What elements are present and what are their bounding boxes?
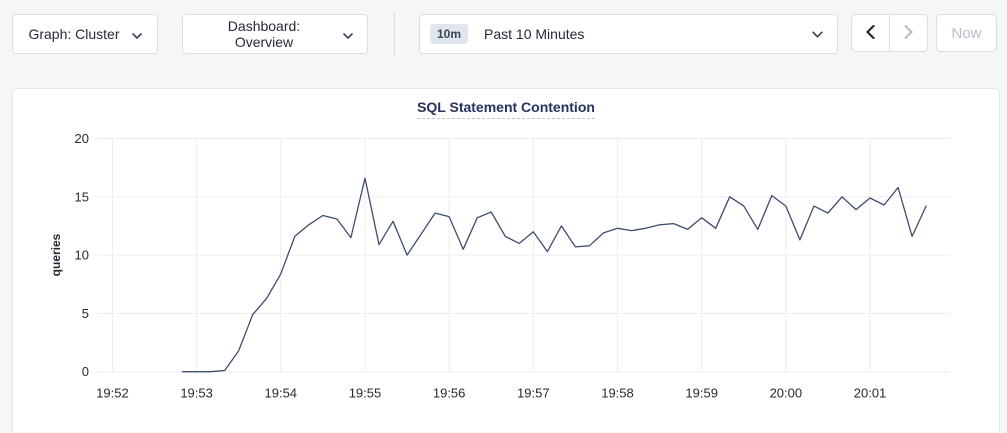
dashboard-dropdown[interactable]: Dashboard: Overview <box>182 14 368 54</box>
x-tick-label: 19:59 <box>685 386 718 401</box>
chevron-right-icon <box>904 25 913 42</box>
chart-canvas[interactable]: 0 5 10 15 20 19:52 19:53 19:54 19:55 19:56 19:57 19… <box>13 89 1001 433</box>
x-tick-label: 20:01 <box>854 386 887 401</box>
next-time-button[interactable] <box>889 15 927 51</box>
now-button[interactable]: Now <box>936 14 997 52</box>
x-tick-label: 19:56 <box>433 386 466 401</box>
time-range-selector[interactable]: 10m Past 10 Minutes <box>419 14 838 54</box>
y-tick-label: 15 <box>75 189 89 204</box>
y-tick-label: 0 <box>82 364 89 379</box>
toolbar-divider <box>394 12 395 56</box>
prev-time-button[interactable] <box>852 15 889 51</box>
dashboard-dropdown-label: Dashboard: Overview <box>197 18 331 50</box>
x-tick-label: 19:58 <box>601 386 634 401</box>
graph-dropdown-label: Graph: Cluster <box>28 26 119 42</box>
graph-dropdown[interactable]: Graph: Cluster <box>12 14 158 54</box>
x-tick-label: 19:54 <box>265 386 298 401</box>
x-tick-label: 19:57 <box>517 386 550 401</box>
x-tick-label: 19:52 <box>96 386 129 401</box>
x-tick-label: 19:55 <box>349 386 382 401</box>
time-range-badge: 10m <box>430 24 468 44</box>
x-tick-label: 19:53 <box>180 386 213 401</box>
y-tick-label: 20 <box>75 131 89 146</box>
chart-line <box>183 178 927 372</box>
chart-card: SQL Statement Contention queries 0510152… <box>12 88 1000 432</box>
chevron-down-icon <box>132 26 142 42</box>
y-tick-label: 5 <box>82 306 89 321</box>
y-tick-label: 10 <box>75 248 89 263</box>
chevron-left-icon <box>866 25 875 42</box>
time-range-label: Past 10 Minutes <box>484 26 584 42</box>
x-tick-label: 20:00 <box>770 386 803 401</box>
time-nav-group <box>851 14 928 52</box>
toolbar: Graph: Cluster Dashboard: Overview 10m P… <box>0 0 1007 76</box>
chevron-down-icon <box>812 31 823 38</box>
chevron-down-icon <box>343 26 353 42</box>
